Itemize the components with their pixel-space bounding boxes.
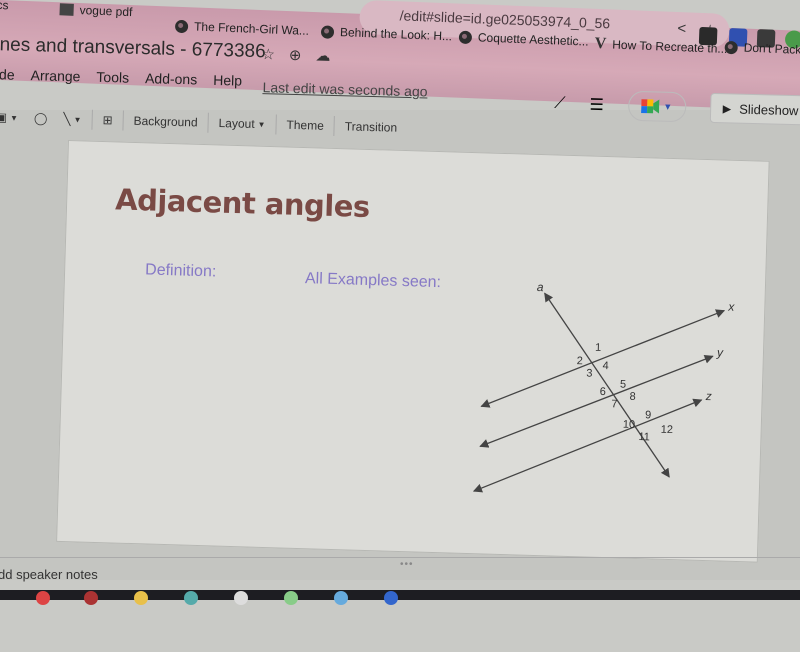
image-icon: ▣ — [0, 110, 8, 125]
toolbar-divider — [333, 116, 336, 137]
chevron-down-icon: ▼ — [9, 113, 19, 123]
background-button[interactable]: Background — [125, 114, 205, 130]
last-edit-link[interactable]: Last edit was seconds ago — [262, 79, 427, 99]
app-icon[interactable] — [84, 591, 98, 605]
toolbar-divider — [91, 109, 93, 130]
globe-icon — [174, 19, 189, 33]
app-icon[interactable] — [184, 591, 198, 605]
comment-button[interactable]: ⊞ — [94, 113, 120, 128]
menu-bar: lide Arrange Tools Add-ons Help — [0, 66, 242, 89]
activity-trend-icon[interactable]: ⟋ — [554, 95, 566, 113]
menu-add-ons[interactable]: Add-ons — [145, 70, 198, 87]
chevron-down-icon: ▼ — [73, 114, 82, 124]
angle-label: 10 — [623, 419, 636, 431]
play-icon: ▶ — [722, 102, 732, 115]
definition-label[interactable]: Definition: — [145, 261, 217, 281]
app-icon[interactable] — [284, 591, 298, 605]
line-label-y: y — [716, 345, 724, 359]
app-icon[interactable] — [134, 591, 148, 605]
os-shelf — [0, 590, 800, 605]
angle-label: 5 — [620, 378, 626, 390]
speaker-notes-input[interactable]: dd speaker notes — [0, 567, 98, 582]
chrome-icon[interactable] — [36, 591, 50, 605]
angle-label: 1 — [595, 342, 601, 354]
angle-label: 11 — [638, 431, 650, 443]
share-icon[interactable]: < — [677, 20, 686, 37]
toolbar-divider — [122, 110, 124, 131]
globe-icon — [320, 24, 335, 39]
add-comment-icon: ⊞ — [102, 112, 113, 128]
parallel-line-z — [472, 398, 703, 493]
line-icon: ╲ — [63, 111, 71, 127]
chevron-down-icon: ▼ — [663, 101, 673, 112]
menu-tools[interactable]: Tools — [96, 69, 129, 86]
app-icon[interactable] — [384, 591, 398, 605]
toolbar-divider — [275, 114, 277, 135]
app-icon[interactable] — [234, 591, 248, 605]
star-icon[interactable]: ☆ — [261, 45, 275, 63]
angle-label: 6 — [600, 386, 606, 398]
transition-button[interactable]: Transition — [337, 119, 406, 135]
cloud-saved-icon: ☁ — [315, 47, 331, 65]
line-button[interactable]: ╲ ▼ — [55, 112, 90, 127]
toolbar-divider — [207, 112, 209, 133]
angle-label: 9 — [645, 409, 651, 421]
layout-button[interactable]: Layout ▼ — [210, 116, 273, 132]
parallel-line-y — [479, 354, 714, 448]
slide[interactable]: Adjacent angles Definition: All Examples… — [56, 140, 770, 563]
examples-label[interactable]: All Examples seen: — [305, 270, 442, 292]
folder-icon — [59, 3, 74, 16]
image-button[interactable]: ▣ ▼ — [0, 110, 26, 125]
angle-label: 12 — [660, 424, 673, 436]
menu-arrange[interactable]: Arrange — [30, 67, 80, 84]
meet-icon — [641, 99, 660, 114]
line-label-z: z — [704, 389, 711, 403]
shape-icon: ◯ — [33, 111, 48, 126]
chevron-down-icon: ▼ — [257, 119, 266, 129]
menu-slide[interactable]: lide — [0, 66, 15, 83]
line-label-x: x — [727, 300, 735, 314]
angle-label: 2 — [576, 355, 582, 367]
menu-help[interactable]: Help — [213, 72, 242, 89]
line-label-a: a — [537, 281, 544, 294]
bookmark-item[interactable]: ocs — [0, 0, 9, 12]
angle-label: 3 — [586, 367, 592, 379]
slide-title[interactable]: Adjacent angles — [115, 182, 370, 224]
bookmark-folder[interactable]: vogue pdf — [59, 2, 133, 19]
angle-label: 8 — [629, 391, 635, 403]
transversal-line-a — [544, 292, 670, 478]
angle-label: 7 — [611, 398, 617, 410]
app-icon[interactable] — [334, 591, 348, 605]
comments-icon[interactable]: ☰ — [589, 95, 604, 115]
theme-button[interactable]: Theme — [278, 118, 332, 133]
move-to-drive-icon[interactable]: ⊕ — [289, 46, 302, 64]
meet-button[interactable]: ▼ — [627, 90, 687, 123]
document-title[interactable]: nes and transversals - 6773386 — [0, 34, 266, 63]
parallel-lines-diagram[interactable]: a x y z 1 2 3 4 5 6 7 8 9 10 11 12 — [458, 281, 745, 519]
notes-resize-handle[interactable]: ••• — [400, 559, 414, 570]
angle-label: 4 — [602, 360, 608, 372]
shape-button[interactable]: ◯ — [26, 111, 56, 126]
notes-divider[interactable] — [0, 557, 800, 558]
